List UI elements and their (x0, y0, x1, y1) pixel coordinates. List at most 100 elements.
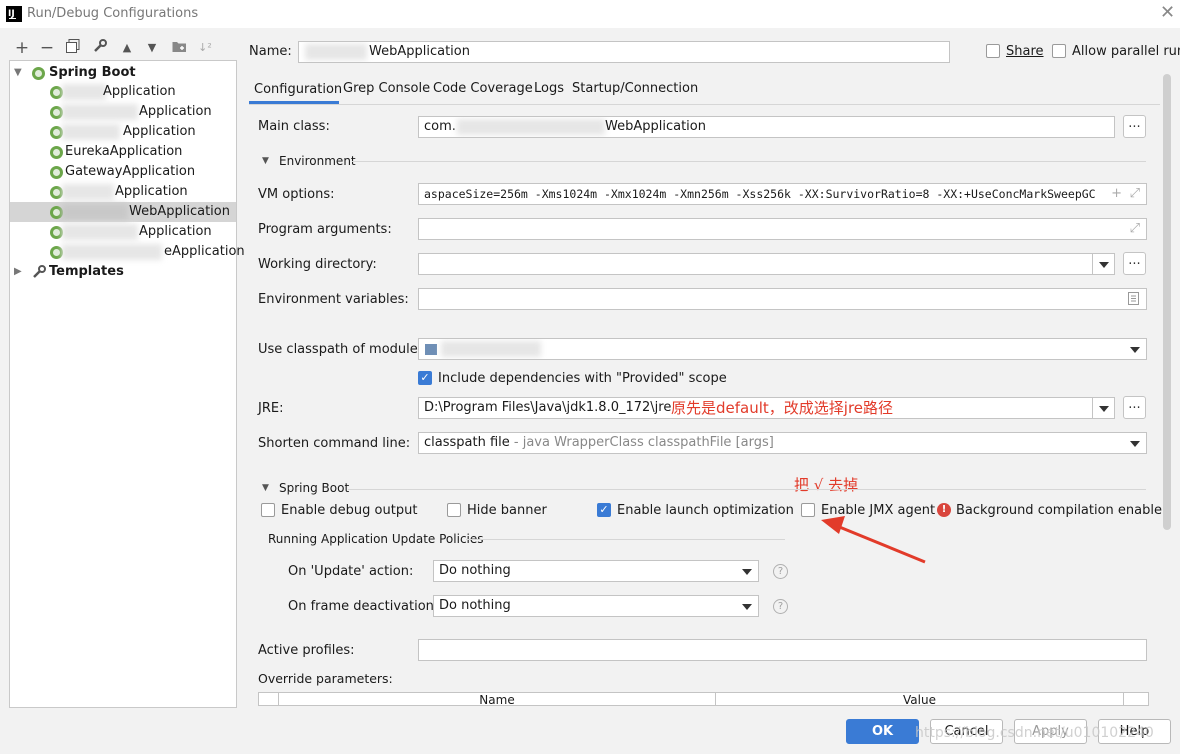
enable-debug-checkbox[interactable] (261, 503, 275, 517)
classpath-module-combo[interactable] (418, 338, 1147, 360)
tree-node-spring-boot[interactable]: ▼ Spring Boot (10, 63, 236, 83)
main-class-browse-button[interactable]: ... (1123, 115, 1146, 138)
help-icon[interactable]: ? (773, 599, 788, 614)
tree-item[interactable]: Application (10, 182, 236, 202)
tree-item[interactable]: eApplication (10, 242, 245, 262)
allow-parallel-checkbox[interactable] (1052, 44, 1066, 58)
tab-configuration[interactable]: Configuration (249, 78, 343, 104)
wrench-icon (94, 39, 107, 52)
background-compilation-label: Background compilation enabled (956, 503, 1171, 518)
tree-item[interactable]: GatewayApplication (10, 162, 236, 182)
remove-config-button[interactable]: − (38, 39, 56, 57)
hide-banner-checkbox[interactable] (447, 503, 461, 517)
tree-item[interactable]: Application (10, 222, 236, 242)
jre-browse-button[interactable]: ... (1123, 396, 1146, 419)
tab-label: Code Coverage (433, 81, 533, 96)
vm-options-value: aspaceSize=256m -Xms1024m -Xmx1024m -Xmn… (424, 187, 1096, 201)
tab-startup-connection[interactable]: Startup/Connection (572, 81, 698, 101)
share-checkbox[interactable] (986, 44, 1000, 58)
vm-options-input[interactable]: aspaceSize=256m -Xms1024m -Xmx1024m -Xmn… (418, 183, 1147, 205)
add-config-button[interactable]: + (13, 39, 31, 57)
working-dir-browse-button[interactable]: ... (1123, 252, 1146, 275)
program-args-label: Program arguments: (258, 222, 392, 237)
chevron-down-icon[interactable]: ▼ (262, 483, 269, 493)
shorten-cmd-hint: - java WrapperClass classpathFile [args] (509, 435, 774, 450)
env-vars-input[interactable] (418, 288, 1147, 310)
chevron-down-icon[interactable] (742, 604, 752, 610)
edit-defaults-button[interactable] (91, 39, 109, 57)
ok-button[interactable]: OK (846, 719, 919, 744)
tab-label: Configuration (254, 82, 343, 97)
name-input[interactable]: WebApplication (298, 41, 950, 63)
column-header-value[interactable]: Value (716, 693, 1124, 705)
tree-node-templates[interactable]: ▶ Templates (10, 262, 236, 282)
spring-boot-icon (50, 166, 63, 179)
tree-item[interactable]: Application (10, 122, 236, 142)
tab-label: Grep Console (343, 81, 431, 96)
jre-label: JRE: (258, 401, 284, 416)
override-params-label: Override parameters: (258, 671, 393, 686)
tree-item-label: Application (139, 224, 212, 239)
copy-config-button[interactable] (64, 39, 82, 57)
vm-options-label: VM options: (258, 187, 335, 202)
enable-debug-label: Enable debug output (281, 503, 418, 518)
main-class-label: Main class: (258, 119, 330, 134)
move-up-button[interactable]: ▲ (118, 39, 136, 57)
tab-code-coverage[interactable]: Code Coverage (433, 81, 533, 101)
column-header-name[interactable]: Name (279, 693, 716, 705)
launch-optimization-label: Enable launch optimization (617, 503, 794, 518)
tab-logs[interactable]: Logs (534, 81, 564, 101)
plus-icon[interactable]: + (1111, 184, 1122, 204)
tree-item[interactable]: Application (10, 102, 236, 122)
dropdown-button[interactable] (1092, 398, 1114, 418)
jmx-agent-checkbox[interactable] (801, 503, 815, 517)
chevron-down-icon[interactable] (1130, 347, 1140, 353)
update-policies-title: Running Application Update Policies (268, 532, 484, 546)
tree-item-selected[interactable]: WebApplication (10, 202, 236, 222)
tree-item-label: Application (103, 84, 176, 99)
chevron-down-icon[interactable]: ▼ (14, 63, 22, 83)
override-params-table[interactable]: Name Value (258, 692, 1149, 706)
jre-annotation: 原先是default，改成选择jre路径 (671, 399, 894, 417)
close-icon[interactable]: ✕ (1160, 3, 1175, 23)
chevron-right-icon[interactable]: ▶ (14, 262, 22, 282)
on-frame-value: Do nothing (439, 598, 511, 613)
tree-item[interactable]: Application (10, 82, 236, 102)
chevron-down-icon[interactable] (1130, 441, 1140, 447)
sort-button[interactable]: ↓² (196, 39, 214, 57)
tab-grep-console[interactable]: Grep Console (343, 81, 430, 101)
allow-parallel-label: Allow parallel run (1072, 44, 1180, 59)
document-icon[interactable] (1128, 292, 1139, 309)
launch-optimization-checkbox[interactable]: ✓ (597, 503, 611, 517)
on-update-combo[interactable]: Do nothing (433, 560, 759, 582)
on-update-label: On 'Update' action: (288, 564, 414, 579)
jre-value: D:\Program Files\Java\jdk1.8.0_172\jre (424, 400, 672, 415)
config-tree[interactable]: ▼ Spring Boot Application Application Ap… (9, 60, 245, 708)
main-class-prefix: com. (424, 119, 456, 134)
main-class-input[interactable]: com. WebApplication (418, 116, 1115, 138)
new-folder-button[interactable] (170, 39, 188, 57)
intellij-app-icon: IJ (6, 6, 22, 22)
dropdown-button[interactable] (1092, 254, 1114, 274)
expand-icon[interactable]: ⤢ (1130, 219, 1140, 239)
working-dir-combo[interactable] (418, 253, 1115, 275)
folder-icon (172, 42, 186, 52)
chevron-down-icon[interactable] (742, 569, 752, 575)
chevron-down-icon[interactable]: ▼ (262, 156, 269, 166)
tree-item[interactable]: EurekaApplication (10, 142, 236, 162)
tree-item-label: Application (123, 124, 196, 139)
tree-item-label: WebApplication (129, 204, 230, 219)
shorten-cmd-combo[interactable]: classpath file - java WrapperClass class… (418, 432, 1147, 454)
help-icon[interactable]: ? (773, 564, 788, 579)
include-deps-checkbox[interactable]: ✓ (418, 371, 432, 385)
expand-icon[interactable]: ⤢ (1129, 184, 1140, 204)
name-label: Name: (249, 44, 292, 59)
classpath-module-label: Use classpath of module: (258, 342, 423, 357)
window-title: Run/Debug Configurations (27, 6, 199, 21)
active-profiles-input[interactable] (418, 639, 1147, 661)
move-down-button[interactable]: ▼ (143, 39, 161, 57)
scrollbar-thumb[interactable] (1163, 74, 1171, 530)
program-args-input[interactable]: ⤢ (418, 218, 1147, 240)
on-frame-combo[interactable]: Do nothing (433, 595, 759, 617)
jre-combo[interactable]: D:\Program Files\Java\jdk1.8.0_172\jre 原… (418, 397, 1115, 419)
